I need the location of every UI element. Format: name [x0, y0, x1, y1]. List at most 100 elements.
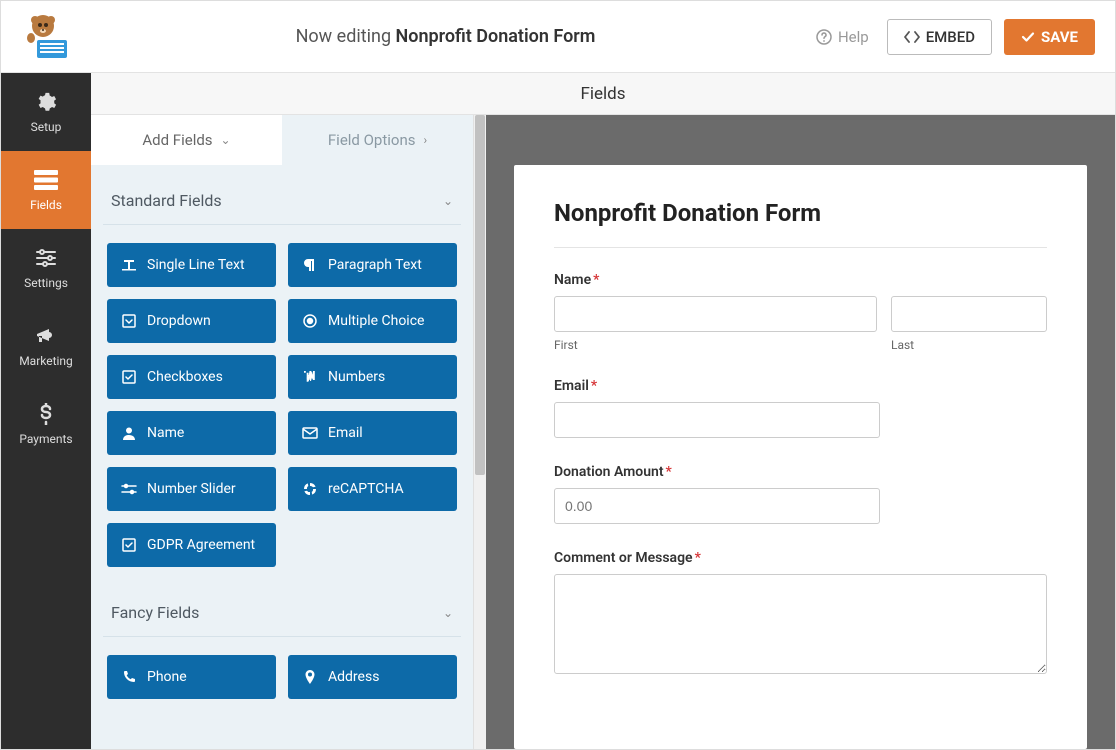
gear-icon	[34, 90, 58, 114]
nav-fields[interactable]: Fields	[1, 151, 91, 229]
field-donation[interactable]: Donation Amount*	[554, 464, 1047, 524]
tab-add-label: Add Fields	[142, 131, 212, 149]
field-button-single-line-text[interactable]: Single Line Text	[107, 243, 276, 287]
tab-field-options[interactable]: Field Options ›	[282, 115, 473, 165]
required-asterisk: *	[593, 272, 599, 288]
dollar-icon	[34, 402, 58, 426]
field-button-recaptcha[interactable]: reCAPTCHA	[288, 467, 457, 511]
field-name[interactable]: Name* First Last	[554, 272, 1047, 352]
nav-payments[interactable]: Payments	[1, 385, 91, 463]
fields-header: Fields	[91, 73, 1115, 115]
single-line-text-icon	[121, 257, 137, 273]
form-canvas: Nonprofit Donation Form Name* First Last	[486, 115, 1115, 749]
label-comment: Comment or Message*	[554, 550, 1047, 566]
field-comment[interactable]: Comment or Message*	[554, 550, 1047, 678]
paragraph-text-icon	[302, 257, 318, 273]
field-email[interactable]: Email*	[554, 378, 1047, 438]
label-email-text: Email	[554, 378, 589, 394]
field-button-phone[interactable]: Phone	[107, 655, 276, 699]
nav-settings[interactable]: Settings	[1, 229, 91, 307]
help-icon	[816, 29, 832, 45]
section-fancy-fields[interactable]: Fancy Fields ⌄	[103, 597, 461, 637]
form-title: Nonprofit Donation Form	[554, 199, 1047, 227]
field-button-label: Email	[328, 425, 363, 441]
multiple-choice-icon	[302, 313, 318, 329]
nav-settings-label: Settings	[24, 276, 68, 290]
list-icon	[34, 168, 58, 192]
gdpr-agreement-icon	[121, 537, 137, 553]
field-button-label: Number Slider	[147, 481, 236, 497]
editing-form-name: Nonprofit Donation Form	[396, 26, 596, 47]
field-button-checkboxes[interactable]: Checkboxes	[107, 355, 276, 399]
section-fancy-label: Fancy Fields	[111, 603, 199, 622]
label-email: Email*	[554, 378, 1047, 394]
number-slider-icon	[121, 481, 137, 497]
phone-icon	[121, 669, 137, 685]
editing-label: Now editing Nonprofit Donation Form	[75, 26, 816, 47]
help-link[interactable]: Help	[816, 28, 869, 46]
save-button[interactable]: SAVE	[1004, 19, 1095, 55]
section-standard-fields[interactable]: Standard Fields ⌄	[103, 185, 461, 225]
sublabel-first: First	[554, 338, 877, 352]
label-donation-text: Donation Amount	[554, 464, 664, 480]
field-button-name[interactable]: Name	[107, 411, 276, 455]
bullhorn-icon	[34, 324, 58, 348]
embed-button[interactable]: EMBED	[887, 19, 992, 55]
help-text: Help	[838, 28, 869, 46]
svg-text:#: #	[306, 370, 313, 384]
left-panel: Add Fields ⌄ Field Options › Standard Fi…	[91, 115, 473, 749]
section-standard-label: Standard Fields	[111, 191, 222, 210]
app-logo	[21, 10, 75, 64]
field-button-label: GDPR Agreement	[147, 537, 255, 553]
field-button-label: Numbers	[328, 369, 385, 385]
panel-scrollbar[interactable]	[473, 115, 486, 749]
input-last-name[interactable]	[891, 296, 1047, 332]
top-bar: Now editing Nonprofit Donation Form Help…	[1, 1, 1115, 73]
field-button-multiple-choice[interactable]: Multiple Choice	[288, 299, 457, 343]
recaptcha-icon	[302, 481, 318, 497]
input-email[interactable]	[554, 402, 880, 438]
field-button-paragraph-text[interactable]: Paragraph Text	[288, 243, 457, 287]
field-button-dropdown[interactable]: Dropdown	[107, 299, 276, 343]
required-asterisk: *	[666, 464, 672, 480]
numbers-icon: #	[302, 369, 318, 385]
chevron-down-icon: ⌄	[443, 194, 453, 208]
editing-prefix: Now editing	[296, 26, 396, 47]
divider	[554, 247, 1047, 248]
sliders-icon	[34, 246, 58, 270]
textarea-comment[interactable]	[554, 574, 1047, 674]
field-button-numbers[interactable]: # Numbers	[288, 355, 457, 399]
nav-setup[interactable]: Setup	[1, 73, 91, 151]
checkboxes-icon	[121, 369, 137, 385]
field-button-gdpr-agreement[interactable]: GDPR Agreement	[107, 523, 276, 567]
field-button-address[interactable]: Address	[288, 655, 457, 699]
input-first-name[interactable]	[554, 296, 877, 332]
field-button-number-slider[interactable]: Number Slider	[107, 467, 276, 511]
field-button-label: reCAPTCHA	[328, 481, 404, 497]
field-button-email[interactable]: Email	[288, 411, 457, 455]
sidebar: Setup Fields Settings Marketing Payments	[1, 73, 91, 749]
embed-label: EMBED	[926, 28, 975, 46]
chevron-down-icon: ⌄	[221, 133, 231, 147]
nav-marketing-label: Marketing	[19, 354, 73, 368]
input-donation[interactable]	[554, 488, 880, 524]
tab-options-label: Field Options	[328, 131, 416, 149]
chevron-right-icon: ›	[424, 133, 428, 147]
nav-marketing[interactable]: Marketing	[1, 307, 91, 385]
embed-icon	[904, 30, 920, 44]
email-icon	[302, 425, 318, 441]
nav-payments-label: Payments	[19, 432, 72, 446]
field-button-label: Address	[328, 669, 379, 685]
scrollbar-thumb[interactable]	[475, 115, 485, 475]
dropdown-icon	[121, 313, 137, 329]
label-name-text: Name	[554, 272, 591, 288]
required-asterisk: *	[591, 378, 597, 394]
field-button-label: Single Line Text	[147, 257, 245, 273]
tab-add-fields[interactable]: Add Fields ⌄	[91, 115, 282, 165]
field-button-label: Checkboxes	[147, 369, 223, 385]
required-asterisk: *	[695, 550, 701, 566]
field-button-label: Name	[147, 425, 184, 441]
field-button-label: Dropdown	[147, 313, 211, 329]
field-button-label: Paragraph Text	[328, 257, 422, 273]
label-comment-text: Comment or Message	[554, 550, 693, 566]
